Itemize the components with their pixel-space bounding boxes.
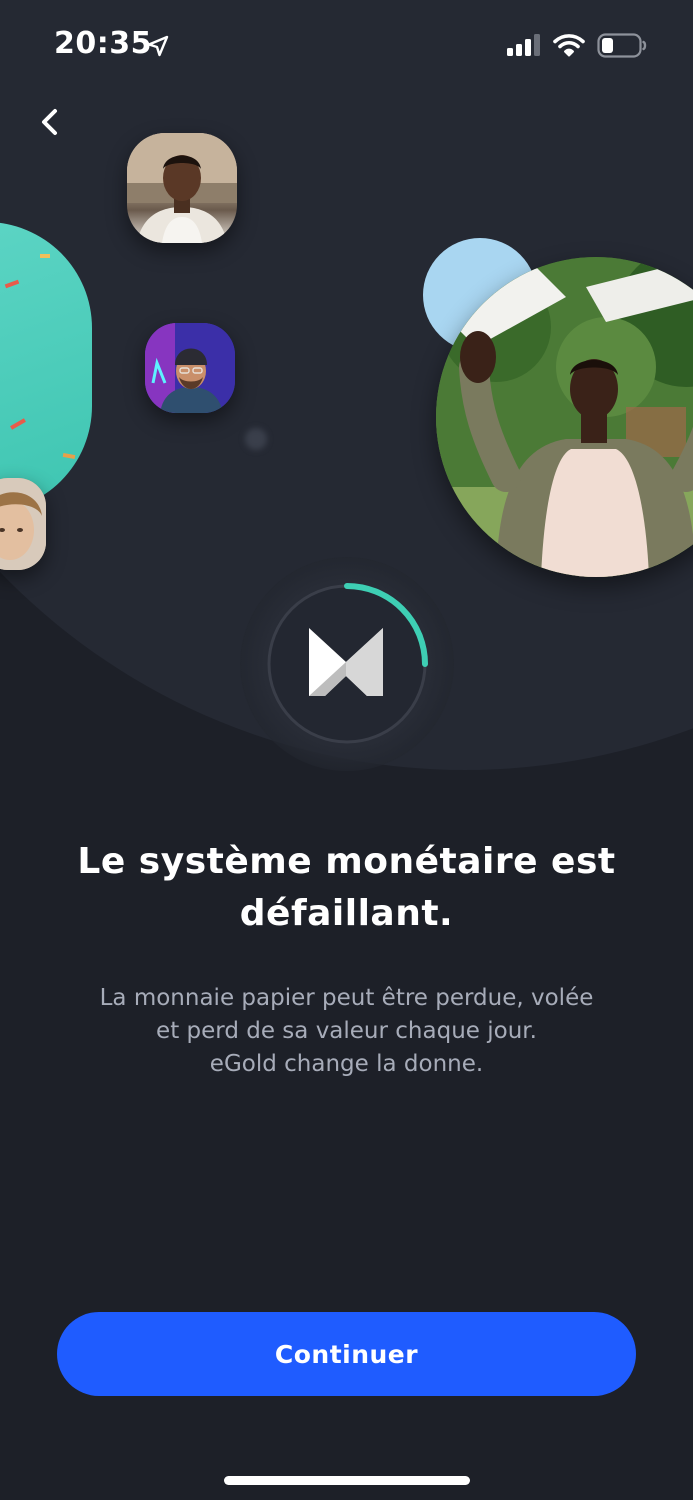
person-portrait-1: [127, 133, 237, 243]
cellular-signal-icon: [507, 34, 540, 56]
back-button[interactable]: [30, 102, 70, 142]
description-line: eGold change la donne.: [209, 1051, 484, 1077]
teal-blob-shape: [0, 222, 92, 512]
chevron-left-icon: [42, 109, 57, 135]
continue-button[interactable]: Continuer: [57, 1312, 636, 1396]
decorative-dot: [245, 428, 267, 450]
description-line: La monnaie papier peut être perdue, volé…: [99, 985, 594, 1011]
page-title: Le système monétaire est défaillant.: [77, 841, 616, 934]
onboarding-screen: 20:35 Le système monétaire est défaillan…: [0, 0, 693, 1500]
battery-icon: [597, 33, 647, 58]
description-line: et perd de sa valeur chaque jour.: [156, 1018, 537, 1044]
m-logo: [309, 628, 383, 696]
status-time: 20:35: [54, 26, 152, 61]
person-portrait-2: [145, 323, 235, 413]
wifi-icon: [553, 34, 585, 57]
description-text: La monnaie papier peut être perdue, volé…: [40, 982, 653, 1081]
home-indicator: [224, 1476, 470, 1485]
person-portrait-3: [0, 478, 46, 570]
location-arrow-icon: [147, 35, 169, 57]
